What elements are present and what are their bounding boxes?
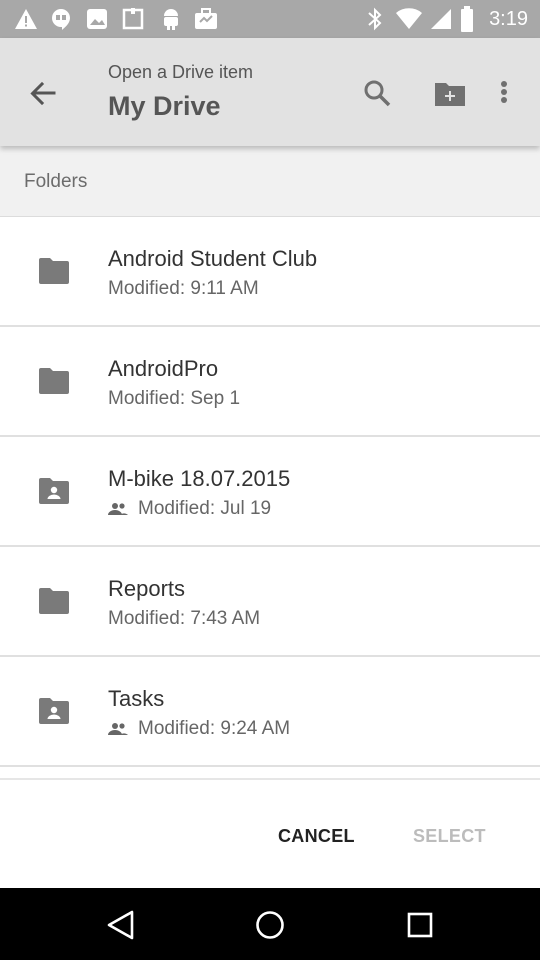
- bluetooth-icon: [368, 7, 382, 31]
- shared-folder-icon: [39, 478, 69, 504]
- warning-icon: [15, 9, 37, 29]
- status-bar: 3:19: [0, 0, 540, 38]
- search-button[interactable]: [358, 74, 398, 114]
- briefcase-icon: [195, 8, 217, 29]
- section-header: Folders: [0, 146, 540, 217]
- folder-name: M-bike 18.07.2015: [108, 466, 291, 491]
- list-item[interactable]: Reports Modified: 7:43 AM: [0, 547, 540, 657]
- modified-text: Modified: 7:43 AM: [108, 608, 261, 629]
- new-folder-icon: [435, 83, 465, 106]
- hangouts-icon: [52, 9, 70, 30]
- battery-icon: [461, 6, 473, 32]
- list-item[interactable]: Android Student Club Modified: 9:11 AM: [0, 217, 540, 327]
- image-icon: [122, 8, 144, 30]
- folder-name: Android Student Club: [108, 246, 318, 271]
- new-folder-button[interactable]: [430, 74, 470, 114]
- search-icon: [364, 80, 391, 107]
- page-title: My Drive: [108, 91, 221, 121]
- folder-modified: Modified: Jul 19: [108, 498, 271, 520]
- folder-name: Tasks: [108, 686, 165, 711]
- shared-folder-icon: [39, 698, 69, 724]
- cancel-button[interactable]: CANCEL: [278, 826, 355, 847]
- section-label: Folders: [24, 171, 88, 192]
- home-nav-icon[interactable]: [253, 908, 287, 942]
- list-item[interactable]: Tasks Modified: 9:24 AM: [0, 657, 540, 767]
- photos-icon: [87, 9, 107, 29]
- folder-modified: Modified: Sep 1: [108, 388, 240, 410]
- app-bar-subtitle: Open a Drive item: [108, 62, 254, 82]
- more-options-button[interactable]: [484, 74, 524, 114]
- modified-text: Modified: Jul 19: [138, 498, 272, 519]
- arrow-back-icon: [30, 81, 56, 106]
- back-button[interactable]: [22, 74, 62, 114]
- list-item[interactable]: AndroidPro Modified: Sep 1: [0, 327, 540, 437]
- folder-icon: [39, 258, 69, 284]
- folder-modified: Modified: 7:43 AM: [108, 608, 260, 630]
- system-nav-bar: [0, 888, 540, 960]
- select-button[interactable]: SELECT: [413, 826, 486, 847]
- folder-name: AndroidPro: [108, 356, 219, 381]
- people-icon: [108, 723, 128, 735]
- folder-modified: Modified: 9:11 AM: [108, 278, 259, 300]
- people-icon: [108, 503, 128, 515]
- status-time: 3:19: [489, 8, 528, 30]
- folder-name: Reports: [108, 576, 186, 601]
- app-bar: Open a Drive item My Drive: [0, 38, 540, 146]
- folder-list: Android Student Club Modified: 9:11 AM A…: [0, 217, 540, 767]
- signal-icon: [431, 9, 451, 29]
- modified-text: Modified: 9:11 AM: [108, 278, 259, 299]
- recents-nav-icon[interactable]: [403, 908, 437, 942]
- back-nav-icon[interactable]: [104, 908, 138, 942]
- wifi-icon: [396, 8, 422, 29]
- folder-icon: [39, 588, 69, 614]
- folder-modified: Modified: 9:24 AM: [108, 718, 290, 740]
- folder-icon: [39, 368, 69, 394]
- android-icon: [164, 9, 178, 30]
- more-vert-icon: [501, 81, 507, 103]
- dialog-actions: CANCEL SELECT: [0, 778, 540, 888]
- list-item[interactable]: M-bike 18.07.2015 Modified: Jul 19: [0, 437, 540, 547]
- modified-text: Modified: Sep 1: [108, 388, 241, 409]
- modified-text: Modified: 9:24 AM: [138, 718, 291, 739]
